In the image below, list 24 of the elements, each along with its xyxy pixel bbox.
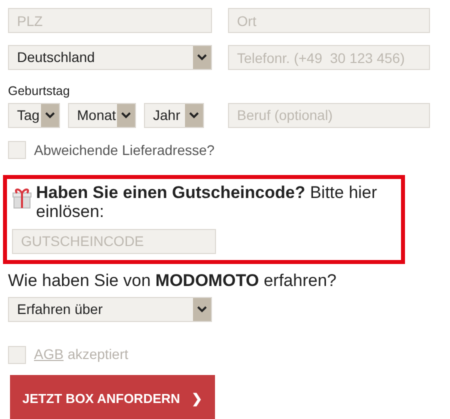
- dropdown[interactable]: Monat: [68, 102, 136, 128]
- caret-icon: [193, 46, 211, 69]
- dropdown[interactable]: Erfahren über: [8, 297, 212, 322]
- caret-icon: [193, 298, 211, 322]
- dropdown[interactable]: Tag: [8, 102, 60, 128]
- input-field[interactable]: Telefonr. (+49 30 123 456): [228, 45, 430, 70]
- input-field[interactable]: GUTSCHEINCODE: [12, 228, 216, 254]
- input-field[interactable]: PLZ: [8, 8, 212, 33]
- input-field[interactable]: Ort: [228, 8, 430, 33]
- voucher-heading: Haben Sie einen Gutscheincode? Bitte hier einlösen:: [36, 182, 378, 221]
- input-field[interactable]: Beruf (optional): [228, 102, 430, 128]
- field-label: Geburtstag: [8, 83, 71, 100]
- caret-icon: [117, 104, 135, 127]
- submit-button[interactable]: JETZT BOX ANFORDERN ❯: [10, 375, 215, 419]
- caret-icon: [41, 104, 59, 127]
- terms-label: akzeptiert: [68, 346, 128, 362]
- dropdown[interactable]: Deutschland: [8, 45, 212, 70]
- checkbox-label: Abweichende Lieferadresse?: [34, 140, 215, 160]
- dropdown[interactable]: Jahr: [144, 102, 204, 128]
- checkbox[interactable]: [8, 141, 26, 160]
- caret-icon: [185, 104, 203, 127]
- checkbox[interactable]: [8, 346, 26, 364]
- gift-icon: [12, 186, 32, 209]
- question-text: Wie haben Sie von MODOMOTO erfahren?: [8, 270, 338, 292]
